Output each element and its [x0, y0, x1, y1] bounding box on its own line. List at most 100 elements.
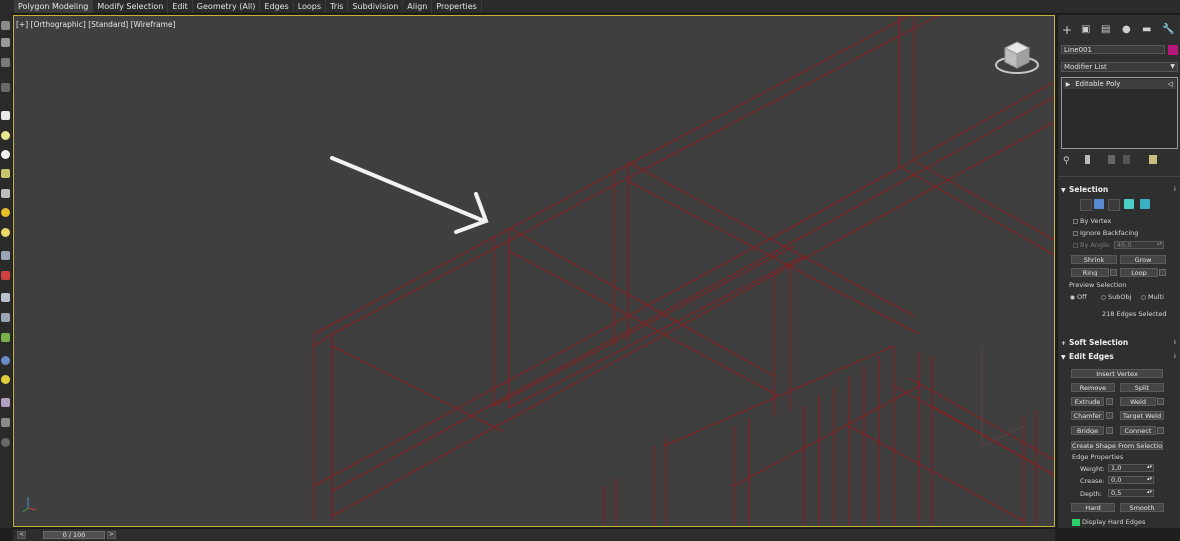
by-vertex-label: By Vertex: [1080, 217, 1112, 225]
loop-spinner[interactable]: [1159, 269, 1166, 276]
pin-stack-icon[interactable]: ⚲: [1063, 156, 1070, 166]
remove-button[interactable]: Remove: [1071, 383, 1115, 392]
by-angle-checkbox[interactable]: By Angle:: [1073, 241, 1111, 249]
link-tool-icon[interactable]: [1, 313, 10, 322]
box-primitive-icon[interactable]: [1, 111, 10, 120]
stack-item-editable-poly[interactable]: ▶ Editable Poly ◁: [1063, 79, 1176, 89]
depth-spinner[interactable]: 0,5 ▴▾: [1108, 489, 1154, 497]
ribbon-tab-tris[interactable]: Tris: [326, 0, 349, 13]
chamfer-button[interactable]: Chamfer: [1071, 411, 1104, 420]
loop-button[interactable]: Loop: [1120, 268, 1158, 277]
preview-multi-radio[interactable]: Multi: [1141, 293, 1164, 301]
ignore-backfacing-checkbox[interactable]: Ignore Backfacing: [1073, 229, 1138, 237]
create-shape-button[interactable]: Create Shape From Selection: [1071, 441, 1163, 450]
split-button[interactable]: Split: [1120, 383, 1164, 392]
viewport-orthographic[interactable]: [+] [Orthographic] [Standard] [Wireframe…: [13, 15, 1055, 527]
display-icon[interactable]: ▬: [1142, 24, 1151, 35]
helper-icon[interactable]: [1, 228, 10, 237]
modifier-list-dropdown[interactable]: Modifier List ▼: [1061, 62, 1178, 72]
ribbon-tab-loops[interactable]: Loops: [294, 0, 327, 13]
remove-modifier-icon[interactable]: [1123, 155, 1130, 164]
configure-sets-icon[interactable]: [1149, 155, 1157, 164]
grow-button[interactable]: Grow: [1120, 255, 1166, 264]
connect-settings-button[interactable]: [1157, 427, 1164, 434]
object-color-swatch[interactable]: [1168, 45, 1178, 55]
hierarchy-icon[interactable]: ▤: [1101, 24, 1110, 35]
motion-icon[interactable]: ●: [1122, 24, 1131, 35]
weld-button[interactable]: Weld: [1120, 397, 1156, 406]
move-tool-icon[interactable]: [1, 58, 10, 67]
insert-vertex-button[interactable]: Insert Vertex: [1071, 369, 1163, 378]
extrude-settings-button[interactable]: [1106, 398, 1113, 405]
window-tool-icon[interactable]: [1, 38, 10, 47]
stack-item-label: Editable Poly: [1075, 80, 1121, 88]
border-mode-icon[interactable]: [1108, 199, 1120, 211]
bulb-icon[interactable]: [1, 375, 10, 384]
wireframe-geometry: [313, 16, 1054, 526]
ribbon-tab-align[interactable]: Align: [403, 0, 433, 13]
edit-edges-rollout-header[interactable]: ▼ Edit Edges ⁞: [1061, 352, 1178, 362]
ring-button[interactable]: Ring: [1071, 268, 1109, 277]
by-vertex-checkbox[interactable]: By Vertex: [1073, 217, 1111, 225]
shrink-button[interactable]: Shrink: [1071, 255, 1117, 264]
bridge-settings-button[interactable]: [1106, 427, 1113, 434]
time-slider[interactable]: 0 / 100: [43, 531, 105, 539]
modify-icon[interactable]: ▣: [1081, 24, 1090, 35]
help-icon[interactable]: [1, 438, 10, 447]
connect-button[interactable]: Connect: [1120, 426, 1156, 435]
ring-spinner[interactable]: [1110, 269, 1117, 276]
vertex-mode-icon[interactable]: [1080, 199, 1092, 211]
next-frame-button[interactable]: >: [107, 531, 116, 539]
ribbon-tab-polygon-modeling[interactable]: Polygon Modeling: [14, 0, 94, 13]
target-weld-button[interactable]: Target Weld: [1120, 411, 1164, 420]
make-unique-icon[interactable]: [1108, 155, 1115, 164]
pin-icon[interactable]: ◁: [1168, 79, 1173, 89]
preview-off-radio[interactable]: Off: [1070, 293, 1087, 301]
globe-icon[interactable]: [1, 356, 10, 365]
camera-icon[interactable]: [1, 398, 10, 407]
smooth-button[interactable]: Smooth: [1120, 503, 1164, 512]
light-icon[interactable]: [1, 208, 10, 217]
weld-settings-button[interactable]: [1157, 398, 1164, 405]
prev-frame-button[interactable]: <: [17, 531, 26, 539]
ribbon-grip[interactable]: [0, 0, 14, 13]
preview-subobj-radio[interactable]: SubObj: [1101, 293, 1131, 301]
ribbon-tab-modify-selection[interactable]: Modify Selection: [93, 0, 169, 13]
ribbon-tab-geometry[interactable]: Geometry (All): [193, 0, 261, 13]
render-icon[interactable]: [1, 418, 10, 427]
sphere-primitive-icon[interactable]: [1, 131, 10, 140]
create-icon[interactable]: +: [1062, 23, 1072, 37]
edge-mode-icon[interactable]: [1094, 199, 1104, 209]
pin-icon: ⁞: [1173, 353, 1176, 360]
show-end-result-icon[interactable]: [1085, 155, 1090, 164]
polygon-mode-icon[interactable]: [1124, 199, 1134, 209]
element-mode-icon[interactable]: [1140, 199, 1150, 209]
chamfer-settings-button[interactable]: [1106, 412, 1113, 419]
cone-icon[interactable]: [1, 189, 10, 198]
ribbon-tab-edges[interactable]: Edges: [260, 0, 294, 13]
selection-rollout-header[interactable]: ▼ Selection ⁞: [1061, 185, 1178, 195]
spline-icon[interactable]: [1, 251, 10, 260]
ribbon-tab-properties[interactable]: Properties: [432, 0, 482, 13]
display-hard-edges-checkbox[interactable]: Display Hard Edges: [1072, 518, 1145, 526]
plant-icon[interactable]: [1, 333, 10, 342]
expand-arrow-icon[interactable]: ▶: [1063, 80, 1073, 90]
soft-selection-rollout-header[interactable]: + Soft Selection ⁞: [1061, 338, 1178, 348]
extrude-button[interactable]: Extrude: [1071, 397, 1104, 406]
snap-tool-icon[interactable]: [1, 83, 10, 92]
ribbon-tab-subdivision[interactable]: Subdivision: [348, 0, 404, 13]
cut-tool-icon[interactable]: [1, 293, 10, 302]
object-name-field[interactable]: Line001: [1061, 45, 1165, 54]
ribbon-tab-edit[interactable]: Edit: [168, 0, 193, 13]
cylinder-icon[interactable]: [1, 169, 10, 178]
bridge-button[interactable]: Bridge: [1071, 426, 1104, 435]
viewcube-icon[interactable]: [994, 38, 1040, 78]
select-tool-icon[interactable]: [1, 21, 10, 30]
utilities-icon[interactable]: 🔧: [1162, 24, 1174, 35]
hard-button[interactable]: Hard: [1071, 503, 1115, 512]
angle-spinner[interactable]: 45,0 ▴▾: [1114, 241, 1164, 249]
weight-spinner[interactable]: 1,0 ▴▾: [1108, 464, 1154, 472]
crease-spinner[interactable]: 0,0 ▴▾: [1108, 476, 1154, 484]
geosphere-icon[interactable]: [1, 150, 10, 159]
paint-icon[interactable]: [1, 271, 10, 280]
